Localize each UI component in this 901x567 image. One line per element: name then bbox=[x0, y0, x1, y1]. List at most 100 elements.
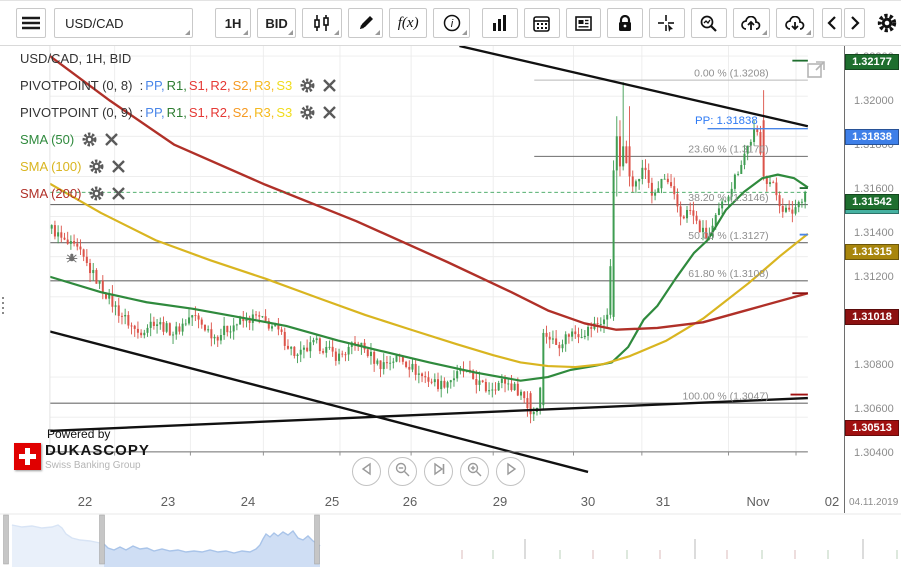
time-tick-label: 29 bbox=[480, 494, 520, 509]
indicator-settings-gear-icon[interactable] bbox=[81, 131, 98, 148]
menu-button[interactable] bbox=[16, 8, 46, 38]
fib-label: 38.20 % (1.3146) bbox=[688, 193, 768, 204]
pivot-series-s2: S2, bbox=[233, 78, 253, 93]
sma-label: SMA (50) bbox=[20, 132, 74, 147]
cloud-load-button[interactable] bbox=[776, 8, 814, 38]
price-tick-label: 1.31200 bbox=[854, 271, 894, 283]
zoom-chart-icon bbox=[700, 15, 717, 32]
zoom-in-button[interactable] bbox=[460, 457, 489, 486]
chart-navigator[interactable] bbox=[0, 513, 901, 567]
jump-to-end-button[interactable] bbox=[424, 457, 453, 486]
powered-by-block: Powered by DUKASCOPY Swiss Banking Group bbox=[14, 427, 150, 471]
time-tick-label: Nov bbox=[738, 494, 778, 509]
navigator-handle[interactable] bbox=[315, 515, 320, 564]
pan-left-button[interactable] bbox=[352, 457, 381, 486]
fx-icon: f(x) bbox=[398, 15, 419, 32]
svg-text:i: i bbox=[450, 18, 453, 30]
pivot-series-s3: S3 bbox=[276, 105, 292, 120]
chevron-left-icon bbox=[827, 16, 837, 30]
indicator-settings-gear-icon[interactable] bbox=[299, 104, 316, 121]
time-axis: 2223242526293031Nov02 bbox=[0, 491, 845, 513]
price-axis[interactable]: 1.322001.320001.318001.316001.314001.312… bbox=[844, 46, 901, 513]
price-tick-label: 1.32000 bbox=[854, 95, 894, 107]
expand-icon[interactable] bbox=[806, 58, 828, 85]
symbol-select[interactable]: USD/CAD bbox=[54, 8, 193, 38]
cloud-download-icon bbox=[785, 16, 805, 31]
volume-button[interactable] bbox=[482, 8, 518, 38]
sma-label: SMA (100) bbox=[20, 159, 81, 174]
chevron-right-icon bbox=[850, 16, 860, 30]
zoom-out-button[interactable] bbox=[388, 457, 417, 486]
time-tick-label: 02 bbox=[812, 494, 852, 509]
price-tick-label: 1.30400 bbox=[854, 447, 894, 459]
time-tick-label: 30 bbox=[568, 494, 608, 509]
pivot-series-s1: S1, bbox=[189, 105, 209, 120]
arrow-right-icon bbox=[504, 462, 518, 481]
prev-button[interactable] bbox=[822, 8, 843, 38]
chart-type-button[interactable] bbox=[302, 8, 341, 38]
chart-title: USD/CAD, 1H, BID bbox=[20, 51, 336, 66]
fib-label: 23.60 % (1.3170) bbox=[688, 145, 768, 156]
time-tick-label: 26 bbox=[390, 494, 430, 509]
pivot-series-r2: R2, bbox=[210, 105, 230, 120]
pencil-icon bbox=[358, 15, 374, 31]
period-select[interactable]: 1H bbox=[215, 8, 251, 38]
skip-forward-icon bbox=[432, 462, 446, 481]
pivot-label: PIVOTPOINT (0, 8) : bbox=[20, 78, 143, 93]
calendar-button[interactable] bbox=[524, 8, 560, 38]
legend-sma-row: SMA (50) bbox=[20, 130, 336, 148]
brand-subtitle: Swiss Banking Group bbox=[45, 460, 150, 471]
news-icon bbox=[575, 16, 592, 31]
navigator-handle[interactable] bbox=[4, 515, 9, 564]
bar-chart-icon bbox=[492, 15, 508, 31]
price-tick-label: 1.30800 bbox=[854, 359, 894, 371]
indicator-remove-icon[interactable] bbox=[105, 133, 118, 146]
settings-button[interactable] bbox=[873, 8, 901, 38]
brand-name: DUKASCOPY bbox=[45, 443, 150, 458]
zoom-in-icon bbox=[467, 462, 482, 482]
pivot-series-r3: R3, bbox=[254, 78, 274, 93]
indicator-remove-icon[interactable] bbox=[323, 106, 336, 119]
fib-label: 61.80 % (1.3108) bbox=[688, 269, 768, 280]
pivot-series-r3: R3, bbox=[254, 105, 274, 120]
sma-label: SMA (200) bbox=[20, 186, 81, 201]
gear-icon bbox=[876, 12, 898, 34]
lock-button[interactable] bbox=[607, 8, 643, 38]
chart-zoom-button[interactable] bbox=[691, 8, 727, 38]
legend-pivot-row: PIVOTPOINT (0, 8) : PP,R1,S1,R2,S2,R3,S3 bbox=[20, 76, 336, 94]
indicator-remove-icon[interactable] bbox=[112, 187, 125, 200]
indicator-remove-icon[interactable] bbox=[112, 160, 125, 173]
panel-drag-handle[interactable] bbox=[2, 297, 4, 317]
draw-tools-button[interactable] bbox=[348, 8, 384, 38]
next-button[interactable] bbox=[844, 8, 865, 38]
pan-right-button[interactable] bbox=[496, 457, 525, 486]
pivot-series-s1: S1, bbox=[189, 78, 209, 93]
cloud-save-button[interactable] bbox=[733, 8, 771, 38]
fib-label: 0.00 % (1.3208) bbox=[694, 68, 769, 79]
price-badge: 1.31018 bbox=[845, 309, 899, 325]
axis-date-label: 04.11.2019 bbox=[849, 497, 898, 508]
crosshair-button[interactable] bbox=[649, 8, 685, 38]
navigator-faded-region bbox=[12, 515, 104, 567]
chart-widget: USD/CAD 1H BID f(x) i bbox=[0, 0, 901, 567]
pivot-series-r1: R1, bbox=[167, 105, 187, 120]
indicator-settings-gear-icon[interactable] bbox=[88, 158, 105, 175]
arrow-left-icon bbox=[360, 462, 374, 481]
indicators-button[interactable]: f(x) bbox=[389, 8, 427, 38]
indicator-settings-gear-icon[interactable] bbox=[299, 77, 316, 94]
navigator-handle[interactable] bbox=[100, 515, 105, 564]
news-button[interactable] bbox=[566, 8, 602, 38]
time-tick-label: 25 bbox=[312, 494, 352, 509]
pivot-series-r1: R1, bbox=[167, 78, 187, 93]
indicator-remove-icon[interactable] bbox=[323, 79, 336, 92]
info-button[interactable]: i bbox=[433, 8, 471, 38]
pivot-series-r2: R2, bbox=[210, 78, 230, 93]
side-select[interactable]: BID bbox=[257, 8, 296, 38]
indicator-settings-gear-icon[interactable] bbox=[88, 185, 105, 202]
time-tick-label: 22 bbox=[65, 494, 105, 509]
powered-by-text: Powered by bbox=[47, 427, 150, 441]
fib-label: 50.00 % (1.3127) bbox=[688, 231, 768, 242]
price-badge: 1.31542 bbox=[845, 194, 899, 210]
price-tick-label: 1.31400 bbox=[854, 227, 894, 239]
crosshair-icon bbox=[658, 15, 675, 32]
